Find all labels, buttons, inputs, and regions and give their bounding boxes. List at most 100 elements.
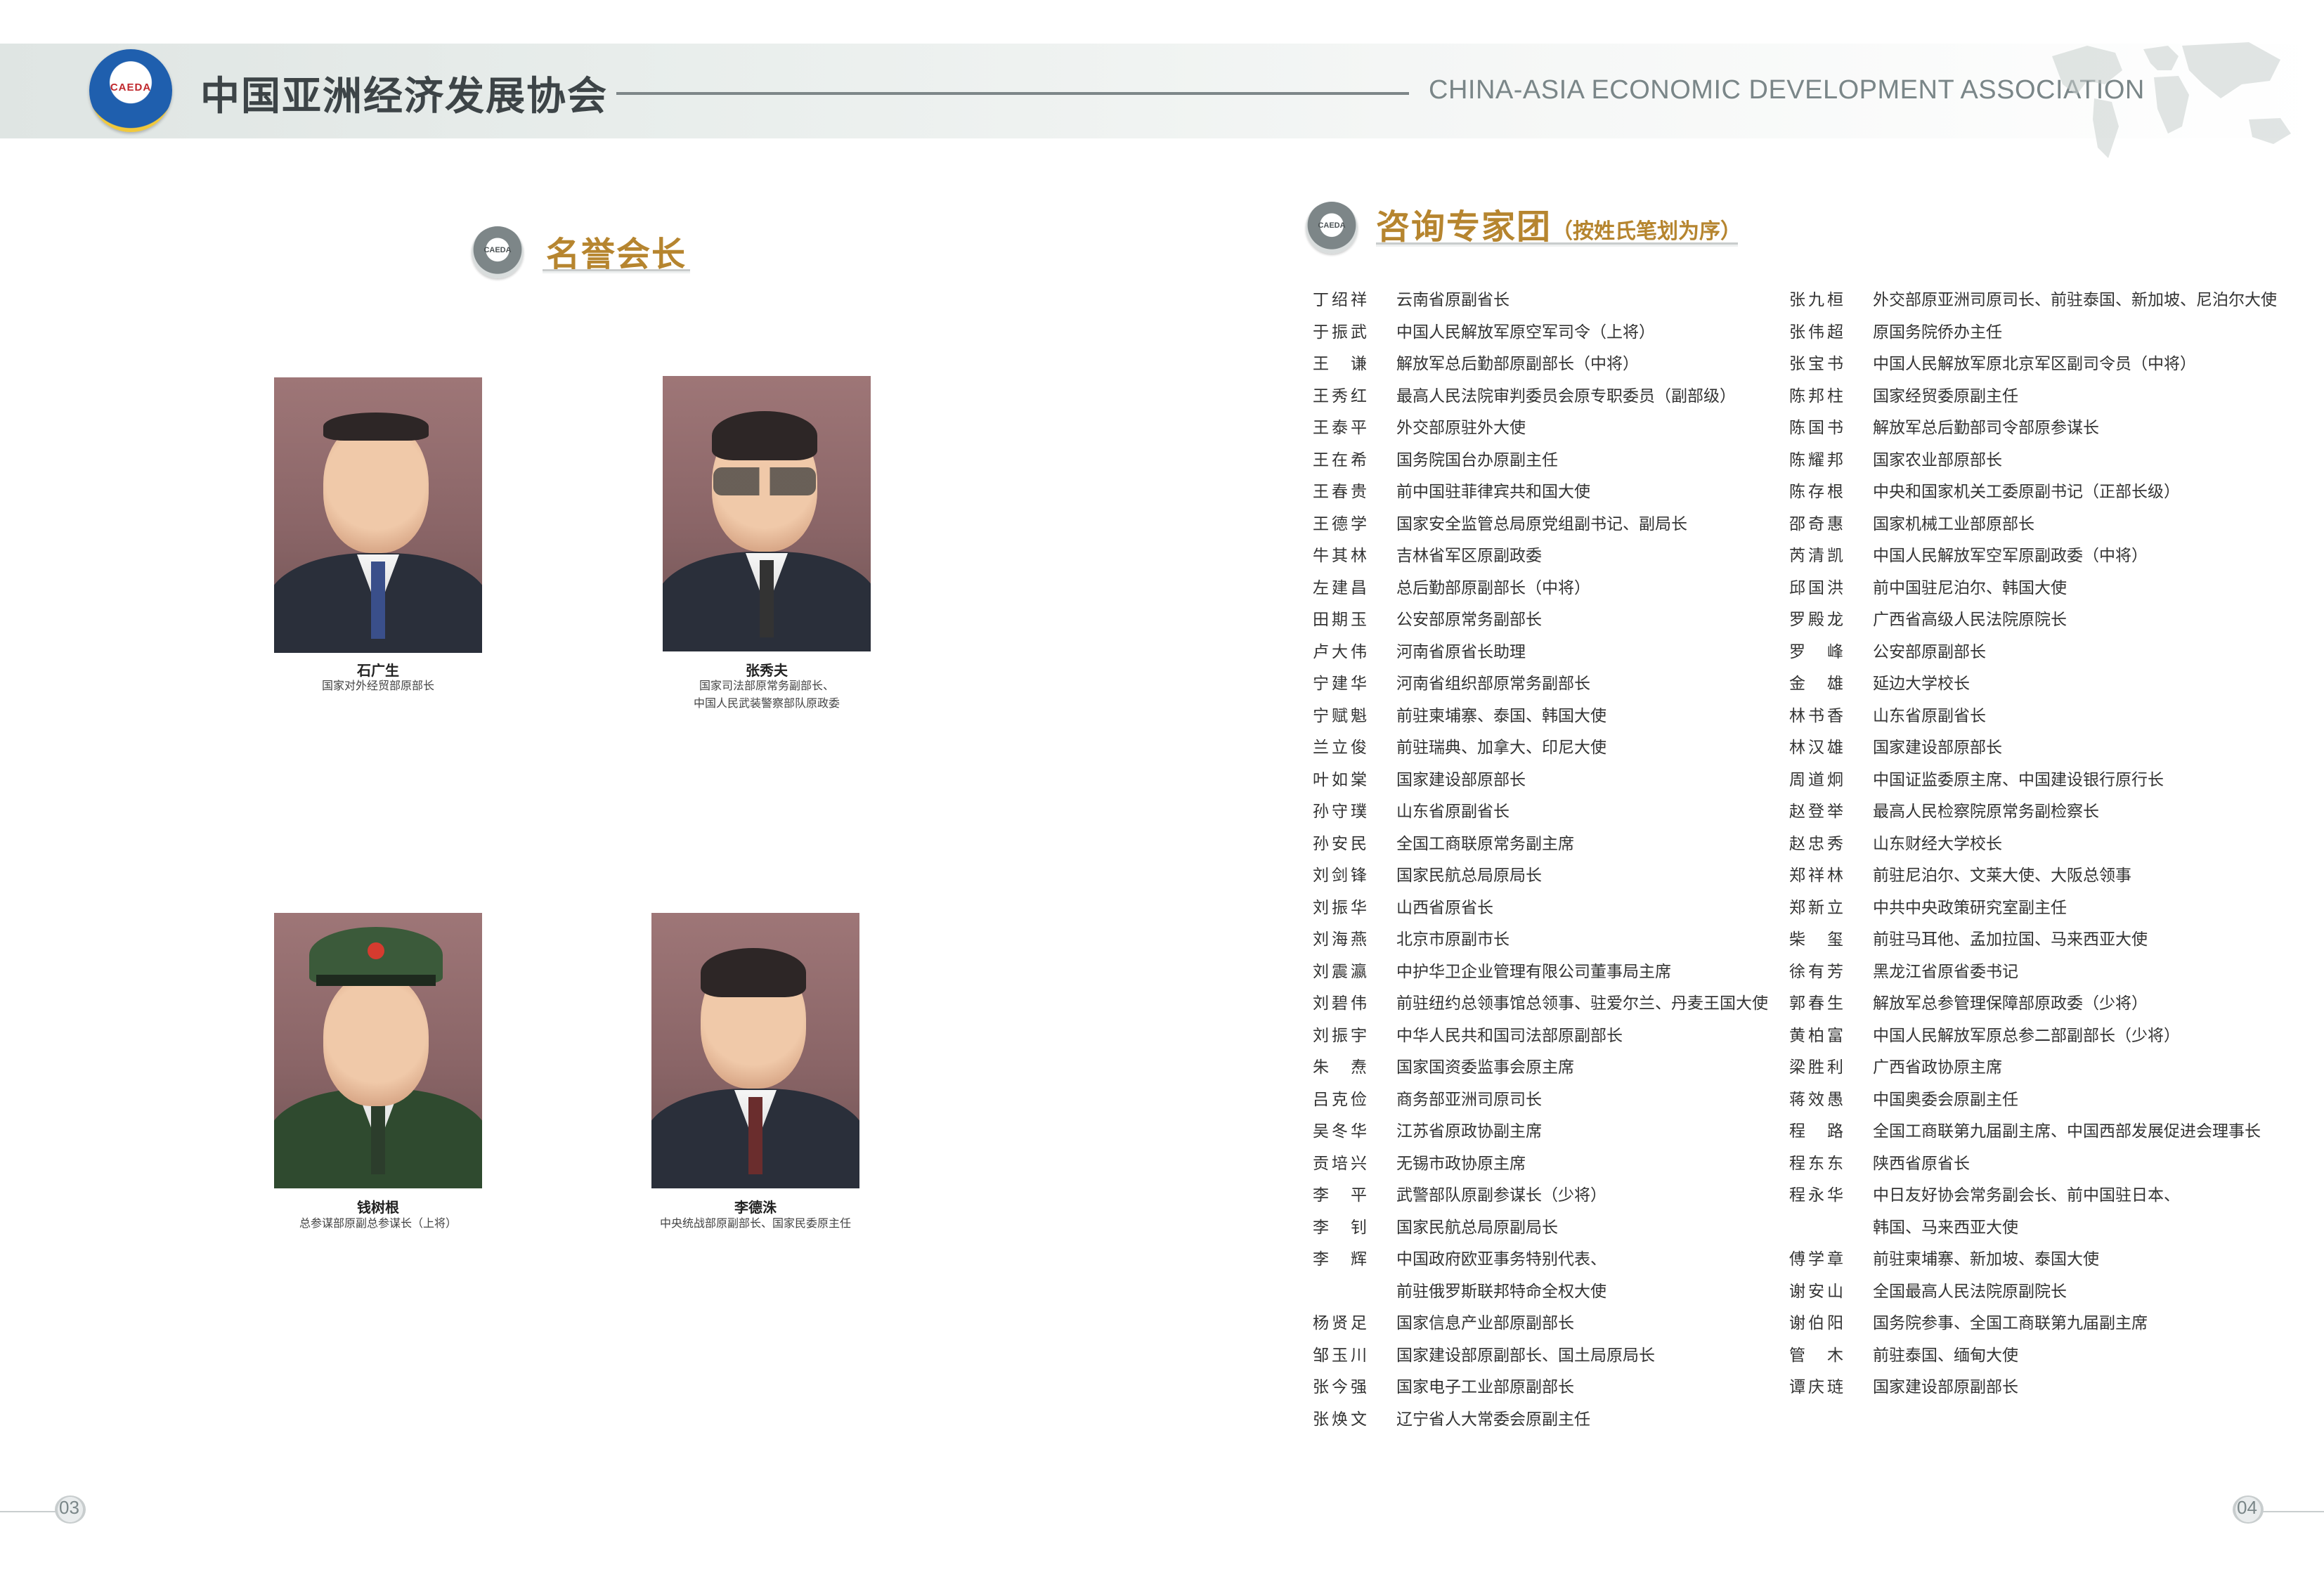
portrait-photo — [651, 913, 859, 1188]
expert-list-left: 丁绍祥 云南省原副省长 于振武 中国人民解放军原空军司令（上将） 王谦 解放军总后勤部原副… — [1313, 285, 1768, 1436]
portrait-photo — [274, 913, 482, 1188]
expert-position: 前驻柬埔寨、泰国、韩国大使 — [1396, 706, 1606, 725]
expert-row: 管木 前驻泰国、缅甸大使 — [1789, 1340, 2277, 1372]
expert-position: 无锡市政协原主席 — [1396, 1154, 1526, 1173]
expert-row: 赵忠秀 山东财经大学校长 — [1789, 829, 2277, 861]
expert-position: 全国工商联原常务副主席 — [1396, 834, 1574, 853]
expert-position: 山东财经大学校长 — [1873, 834, 2002, 853]
portrait-photo — [663, 376, 871, 651]
expert-row: 刘振宇 中华人民共和国司法部原副部长 — [1313, 1020, 1768, 1053]
expert-row: 朱焘 国家国资委监事会原主席 — [1313, 1052, 1768, 1084]
expert-row: 贡培兴 无锡市政协原主席 — [1313, 1148, 1768, 1181]
expert-row: 陈存根 中央和国家机关工委原副书记（正部长级） — [1789, 476, 2277, 509]
expert-position: 公安部原副部长 — [1873, 642, 1986, 661]
expert-position: 国家民航总局原副局长 — [1396, 1218, 1558, 1237]
expert-position: 中日友好协会常务副会长、前中国驻日本、 — [1873, 1186, 2180, 1205]
expert-position: 国家建设部原副部长 — [1873, 1378, 2018, 1396]
expert-name: 杨贤足 — [1313, 1314, 1367, 1332]
footer-rule-left — [0, 1511, 56, 1512]
expert-name — [1789, 1212, 1843, 1245]
expert-row: 罗峰 公安部原副部长 — [1789, 637, 2277, 669]
experts-heading-underline — [1376, 242, 1738, 247]
expert-row: 林书香 山东省原副省长 — [1789, 701, 2277, 733]
expert-position: 国家建设部原部长 — [1873, 739, 2002, 757]
expert-name: 谭庆琏 — [1789, 1378, 1843, 1396]
expert-name — [1313, 1276, 1367, 1309]
expert-name: 张焕文 — [1313, 1410, 1367, 1429]
expert-position: 公安部原常务副部长 — [1396, 611, 1542, 629]
expert-position: 解放军总后勤部原副部长（中将） — [1396, 355, 1639, 373]
expert-name: 张伟超 — [1789, 323, 1843, 342]
expert-position: 国务院国台办原副主任 — [1396, 450, 1558, 469]
expert-row: 宁赋魁 前驻柬埔寨、泰国、韩国大使 — [1313, 701, 1768, 733]
expert-name: 林汉雄 — [1789, 739, 1843, 757]
expert-position: 国家建设部原部长 — [1396, 770, 1526, 789]
expert-name: 王秀红 — [1313, 387, 1367, 405]
expert-row: 兰立俊 前驻瑞典、加拿大、印尼大使 — [1313, 732, 1768, 765]
expert-position: 商务部亚洲司原司长 — [1396, 1090, 1542, 1109]
person-title: 国家司法部原常务副部长、 中国人民武装警察部队原政委 — [693, 679, 840, 710]
expert-position: 国家信息产业部原副部长 — [1396, 1314, 1574, 1332]
expert-name: 叶如棠 — [1313, 770, 1367, 789]
expert-name: 刘震瀛 — [1313, 962, 1367, 981]
expert-row: 田期玉 公安部原常务副部长 — [1313, 604, 1768, 637]
expert-name: 田期玉 — [1313, 611, 1367, 629]
expert-row: 陈国书 解放军总后勤部司令部原参谋长 — [1789, 413, 2277, 445]
expert-row: 谢安山 全国最高人民法院原副院长 — [1789, 1276, 2277, 1309]
expert-row: 邵奇惠 国家机械工业部原部长 — [1789, 509, 2277, 541]
expert-position: 河南省原省长助理 — [1396, 642, 1526, 661]
expert-row: 柴玺 前驻马耳他、孟加拉国、马来西亚大使 — [1789, 924, 2277, 956]
expert-name: 王泰平 — [1313, 419, 1367, 437]
expert-row: 郑祥林 前驻尼泊尔、文莱大使、大阪总领事 — [1789, 860, 2277, 893]
expert-name: 赵忠秀 — [1789, 834, 1843, 853]
expert-position: 前驻俄罗斯联邦特命全权大使 — [1396, 1282, 1606, 1301]
expert-position: 国家农业部原部长 — [1873, 450, 2002, 469]
expert-row: 赵登举 最高人民检察院原常务副检察长 — [1789, 796, 2277, 829]
expert-row: 刘振华 山西省原省长 — [1313, 893, 1768, 925]
expert-name: 王春贵 — [1313, 483, 1367, 501]
expert-name: 王德学 — [1313, 514, 1367, 533]
expert-position: 解放军总参管理保障部原政委（少将） — [1873, 994, 2148, 1013]
expert-name: 陈耀邦 — [1789, 450, 1843, 469]
expert-position: 外交部原亚洲司原司长、前驻泰国、新加坡、尼泊尔大使 — [1873, 291, 2277, 309]
expert-row: 韩国、马来西亚大使 — [1789, 1212, 2277, 1245]
experts-heading-main: 咨询专家团 — [1376, 207, 1552, 247]
expert-name: 王谦 — [1313, 355, 1367, 373]
expert-row: 刘碧伟 前驻纽约总领事馆总领事、驻爱尔兰、丹麦王国大使 — [1313, 988, 1768, 1020]
expert-name: 邱国洪 — [1789, 578, 1843, 597]
expert-row: 邱国洪 前中国驻尼泊尔、韩国大使 — [1789, 573, 2277, 605]
expert-row: 左建昌 总后勤部原副部长（中将） — [1313, 573, 1768, 605]
expert-name: 牛其林 — [1313, 547, 1367, 565]
expert-name: 柴玺 — [1789, 930, 1843, 949]
expert-position: 国务院参事、全国工商联第九届副主席 — [1873, 1314, 2148, 1332]
header-title-cn: 中国亚洲经济发展协会 — [200, 74, 608, 119]
expert-name: 吕克俭 — [1313, 1090, 1367, 1109]
expert-name: 张今强 — [1313, 1378, 1367, 1396]
section-badge-honorary: CAEDA — [472, 226, 524, 278]
expert-name: 宁建华 — [1313, 675, 1367, 693]
expert-row: 张宝书 中国人民解放军原北京军区副司令员（中将） — [1789, 349, 2277, 381]
expert-row: 李平 武警部队原副参谋长（少将） — [1313, 1180, 1768, 1212]
expert-name: 邹玉川 — [1313, 1346, 1367, 1365]
expert-name: 陈存根 — [1789, 483, 1843, 501]
expert-name: 程路 — [1789, 1122, 1843, 1141]
expert-row: 傅学章 前驻柬埔寨、新加坡、泰国大使 — [1789, 1244, 2277, 1276]
expert-name: 傅学章 — [1789, 1250, 1843, 1268]
expert-row: 张伟超 原国务院侨办主任 — [1789, 317, 2277, 349]
expert-name: 张宝书 — [1789, 355, 1843, 373]
expert-name: 李钊 — [1313, 1218, 1367, 1237]
expert-position: 辽宁省人大常委会原副主任 — [1396, 1410, 1590, 1429]
expert-row: 宁建华 河南省组织部原常务副部长 — [1313, 668, 1768, 701]
expert-position: 吉林省军区原副政委 — [1396, 547, 1542, 565]
expert-name: 吴冬华 — [1313, 1122, 1367, 1141]
expert-position: 国家民航总局原局长 — [1396, 867, 1542, 885]
expert-name: 宁赋魁 — [1313, 706, 1367, 725]
expert-name: 朱焘 — [1313, 1058, 1367, 1077]
expert-row: 芮清凯 中国人民解放军空军原副政委（中将） — [1789, 540, 2277, 573]
expert-row: 吕克俭 商务部亚洲司原司长 — [1313, 1084, 1768, 1117]
expert-row: 陈邦柱 国家经贸委原副主任 — [1789, 381, 2277, 413]
expert-row: 郭春生 解放军总参管理保障部原政委（少将） — [1789, 988, 2277, 1020]
footer-rule-right — [2263, 1511, 2324, 1512]
person-title: 总参谋部原副总参谋长（上将） — [299, 1216, 457, 1230]
expert-position: 总后勤部原副部长（中将） — [1396, 578, 1590, 597]
